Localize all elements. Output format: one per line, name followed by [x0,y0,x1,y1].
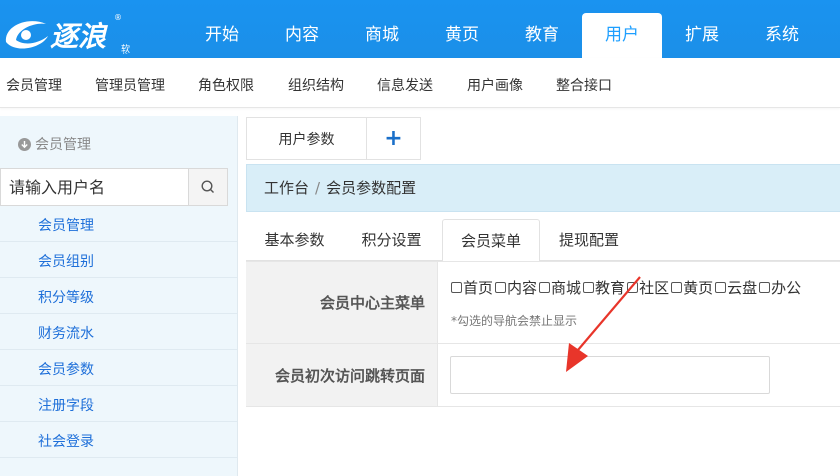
tab-withdraw-config[interactable]: 提现配置 [540,219,638,261]
nav-tab-education[interactable]: 教育 [502,13,582,58]
search-button[interactable] [188,168,228,206]
form-row-main-menu: 会员中心主菜单 首页 内容 商城 教育 社区 黄页 云盘 办公 *勾选的导航会禁… [246,262,840,344]
breadcrumb-separator: / [315,179,321,197]
svg-text:软件: 软件 [119,43,130,54]
checkbox-community[interactable]: 社区 [627,277,669,298]
checkbox-label: 内容 [507,279,538,297]
checkbox-icon [451,282,462,293]
sidebar: 会员管理 会员管理 会员组别 积分等级 财务流水 会员参数 注册字段 社会登录 [0,116,238,476]
divider [0,313,237,314]
svg-text:逐浪: 逐浪 [50,20,109,53]
checkbox-icon [495,282,507,293]
checkbox-shop[interactable]: 商城 [539,277,581,298]
breadcrumb-home[interactable]: 工作台 [264,179,309,197]
subnav-message-send[interactable]: 信息发送 [377,75,433,95]
divider [0,349,237,350]
checkbox-label: 黄页 [683,279,714,297]
nav-tab-extend[interactable]: 扩展 [662,13,742,58]
checkbox-icon [759,282,771,293]
sidebar-search [0,168,228,206]
nav-tab-start[interactable]: 开始 [182,13,262,58]
checkbox-cloud-disk[interactable]: 云盘 [715,277,757,298]
checkbox-content[interactable]: 内容 [495,277,537,298]
main-menu-hint: *勾选的导航会禁止显示 [451,314,578,328]
username-search-input[interactable] [0,168,189,206]
sidebar-item-points-levels[interactable]: 积分等级 [38,287,94,307]
tab-points-settings[interactable]: 积分设置 [343,219,440,261]
search-icon [201,180,214,193]
member-menu-form: 会员中心主菜单 首页 内容 商城 教育 社区 黄页 云盘 办公 *勾选的导航会禁… [246,261,840,407]
checkbox-yellowpages[interactable]: 黄页 [671,277,713,298]
subnav-admin-manage[interactable]: 管理员管理 [95,75,165,95]
sidebar-item-finance-flow[interactable]: 财务流水 [38,323,94,343]
main-menu-label: 会员中心主菜单 [246,262,438,343]
checkbox-icon [627,282,639,293]
sidebar-item-register-fields[interactable]: 注册字段 [38,395,94,415]
checkbox-office[interactable]: 办公 [759,277,801,298]
first-visit-redirect-input[interactable] [450,356,770,394]
subnav-integration[interactable]: 整合接口 [556,75,612,95]
subnav-user-portrait[interactable]: 用户画像 [467,75,523,95]
breadcrumb-current[interactable]: 会员参数配置 [326,179,416,197]
nav-tab-system[interactable]: 系统 [742,13,822,58]
checkbox-label: 云盘 [727,279,758,297]
sidebar-item-member-manage[interactable]: 会员管理 [38,215,94,235]
divider [0,277,237,278]
main-menu-checkboxes: 首页 内容 商城 教育 社区 黄页 云盘 办公 [451,277,803,298]
svg-text:®: ® [114,13,122,22]
checkbox-label: 商城 [551,279,582,297]
sub-navbar: 会员管理 管理员管理 角色权限 组织结构 信息发送 用户画像 整合接口 [0,58,840,108]
checkbox-label: 社区 [639,279,670,297]
divider [0,457,237,458]
add-tab-button[interactable]: + [366,117,421,160]
nav-tab-yellowpages[interactable]: 黄页 [422,13,502,58]
sidebar-item-social-login[interactable]: 社会登录 [38,431,94,451]
plus-icon: + [384,126,403,151]
sidebar-item-member-params[interactable]: 会员参数 [38,359,94,379]
site-logo[interactable]: 逐浪 ® 软件 [2,10,142,63]
checkbox-icon [539,282,551,293]
sidebar-title-label: 会员管理 [35,137,91,153]
nav-tab-content[interactable]: 内容 [262,13,342,58]
checkbox-label: 教育 [595,279,626,297]
content-tabs: 基本参数 积分设置 会员菜单 提现配置 [246,219,840,262]
page-tab-user-params[interactable]: 用户参数 [246,117,367,160]
checkbox-icon [671,282,683,293]
tab-member-menu[interactable]: 会员菜单 [442,219,540,262]
arrow-down-circle-icon [18,137,31,151]
checkbox-label: 首页 [463,279,494,297]
sidebar-item-member-groups[interactable]: 会员组别 [38,251,94,271]
top-navbar: 逐浪 ® 软件 开始 内容 商城 黄页 教育 用户 扩展 系统 [0,0,840,63]
sidebar-title[interactable]: 会员管理 [18,134,91,154]
checkbox-icon [583,282,595,293]
divider [0,241,237,242]
form-row-first-visit-redirect: 会员初次访问跳转页面 [246,344,840,407]
nav-tab-user[interactable]: 用户 [582,13,662,58]
breadcrumb: 工作台 / 会员参数配置 [246,164,840,212]
subnav-member-manage[interactable]: 会员管理 [6,75,62,95]
subnav-role-permission[interactable]: 角色权限 [198,75,254,95]
checkbox-education[interactable]: 教育 [583,277,625,298]
divider [0,421,237,422]
divider [0,385,237,386]
nav-tab-shop[interactable]: 商城 [342,13,422,58]
checkbox-home[interactable]: 首页 [451,277,493,298]
checkbox-label: 办公 [771,279,802,297]
tab-basic-params[interactable]: 基本参数 [246,219,343,261]
first-visit-redirect-label: 会员初次访问跳转页面 [246,344,438,406]
checkbox-icon [715,282,727,293]
subnav-org-structure[interactable]: 组织结构 [288,75,344,95]
